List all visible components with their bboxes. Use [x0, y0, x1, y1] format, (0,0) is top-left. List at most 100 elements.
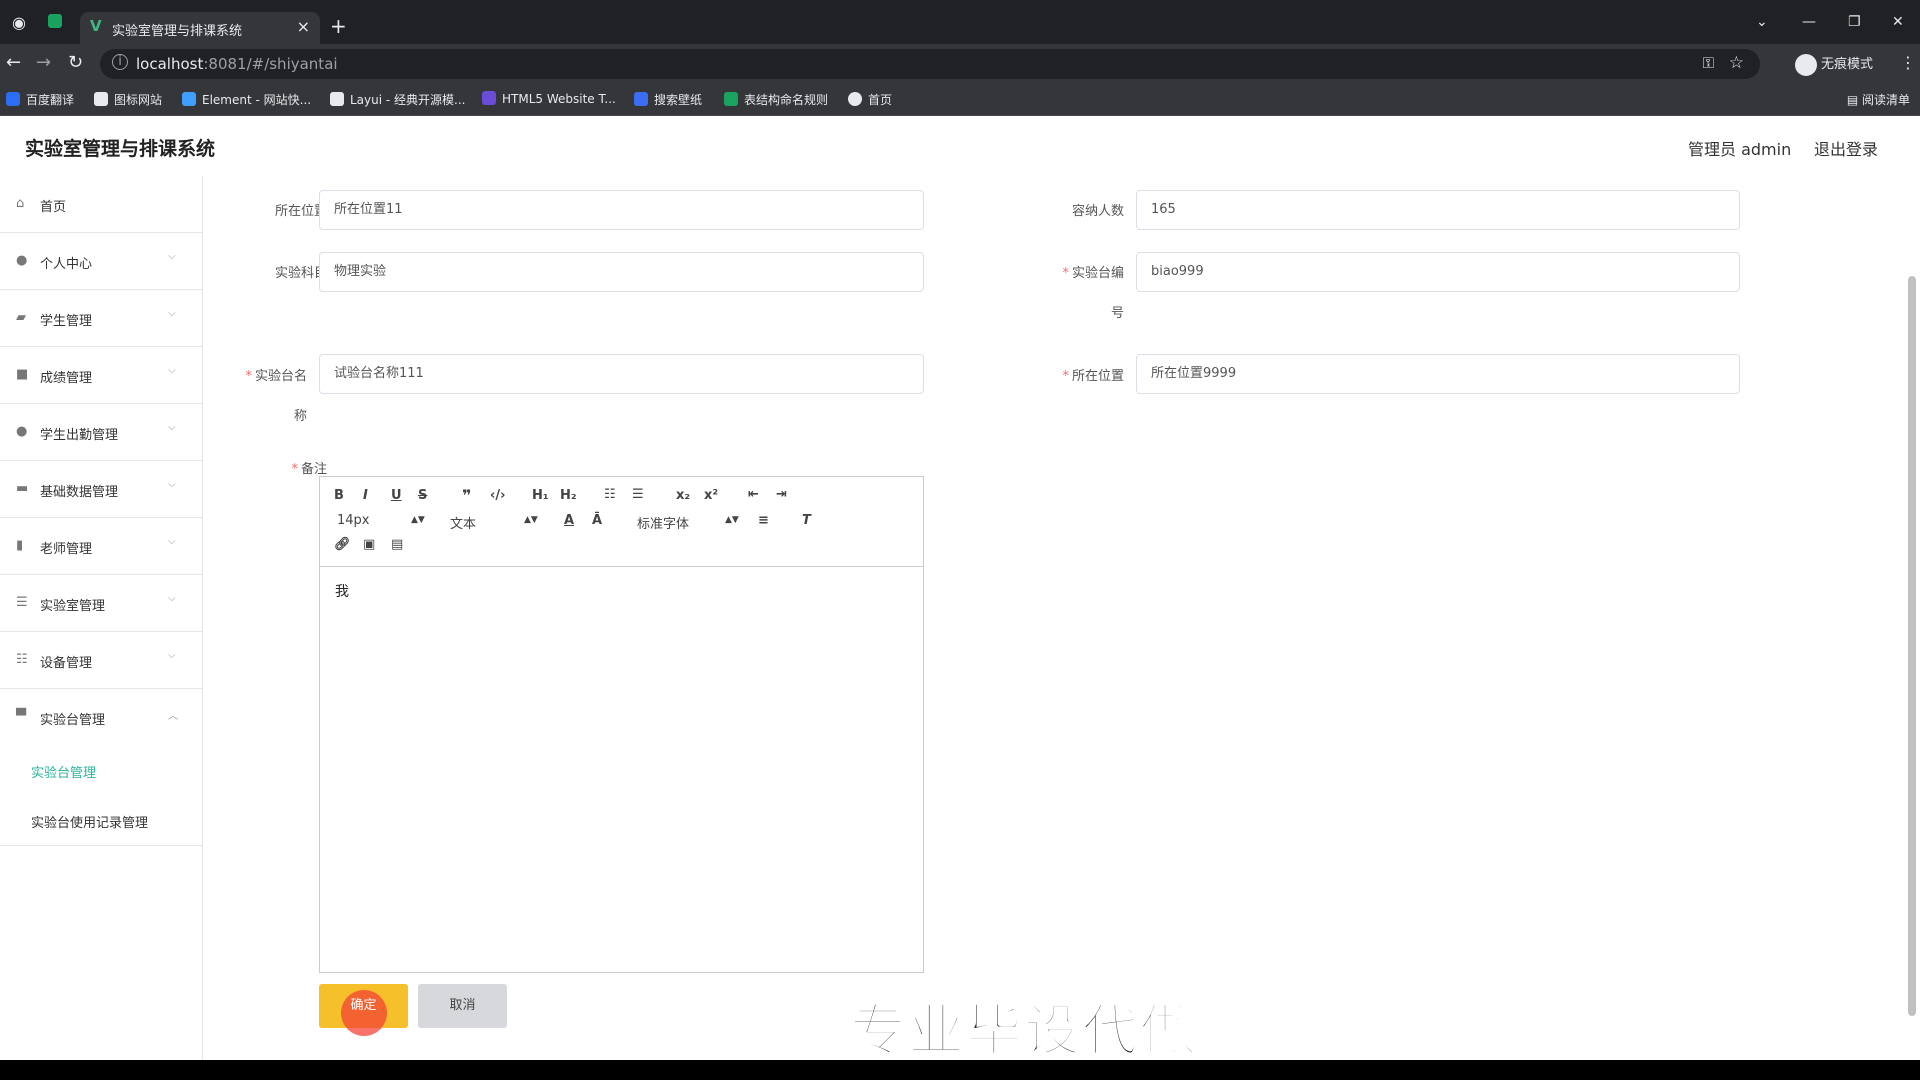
new-tab-button[interactable]: +: [330, 14, 347, 38]
code-block-icon[interactable]: ‹/›: [490, 488, 505, 503]
url-field[interactable]: i localhost:8081/#/shiyantai ⚿ ☆: [100, 49, 1760, 79]
site-info-icon[interactable]: i: [112, 54, 128, 70]
sidebar-item-personal[interactable]: ● 个人中心 ⌵: [0, 233, 203, 290]
block-format-select[interactable]: 文本 ▲▼: [450, 513, 538, 532]
attendance-icon: ●: [16, 424, 28, 439]
sidebar-subitem-bench-management[interactable]: 实验台管理: [0, 746, 203, 796]
editor-toolbar: B I U S ❞ ‹/› H₁ H₂ ☷ ☰ x₂ x² ⇤ ⇥ 14px ▲▼…: [320, 477, 923, 567]
bookmark-item[interactable]: HTML5 Website T...: [482, 91, 616, 106]
video-icon[interactable]: ▤: [391, 537, 403, 552]
bullet-list-icon[interactable]: ☰: [632, 487, 644, 502]
subject-input[interactable]: 物理实验: [319, 252, 924, 292]
required-mark: *: [245, 369, 252, 384]
indent-icon[interactable]: ⇥: [776, 487, 787, 502]
sidebar-item-students[interactable]: ▰ 学生管理 ⌵: [0, 290, 203, 347]
home-icon: ⌂: [16, 196, 25, 211]
strikethrough-icon[interactable]: S: [418, 488, 427, 503]
sidebar-item-label: 成绩管理: [40, 371, 93, 386]
image-icon[interactable]: ▣: [363, 537, 375, 552]
restore-icon[interactable]: ❐: [1848, 14, 1861, 30]
bench-number-label-text: 实验台编: [1071, 266, 1124, 281]
confirm-button[interactable]: 确定: [319, 984, 408, 1036]
clear-format-icon[interactable]: T: [802, 513, 811, 528]
sidebar-item-grades[interactable]: ■ 成绩管理 ⌵: [0, 347, 203, 404]
tab-title: 实验室管理与排课系统: [112, 24, 243, 39]
sidebar-item-labs[interactable]: ☰ 实验室管理 ⌵: [0, 575, 203, 632]
password-key-icon[interactable]: ⚿: [1703, 54, 1714, 72]
vertical-scrollbar[interactable]: [1908, 276, 1916, 1016]
tab-search-icon[interactable]: ⌄: [1756, 14, 1768, 30]
student-icon: ▰: [16, 310, 26, 325]
logout-link[interactable]: 退出登录: [1814, 136, 1878, 160]
bookmark-item[interactable]: 图标网站: [94, 91, 162, 108]
pinned-tab-icon[interactable]: [48, 14, 62, 28]
bench-number-input[interactable]: biao999: [1136, 252, 1740, 292]
minimize-icon[interactable]: —: [1802, 14, 1816, 30]
font-family-select[interactable]: 标准字体 ▲▼: [637, 513, 739, 532]
reading-list-label: 阅读清单: [1861, 93, 1910, 107]
italic-icon[interactable]: I: [363, 488, 368, 503]
reload-icon[interactable]: ↻: [68, 52, 83, 73]
sidebar-item-benches[interactable]: ▀ 实验台管理 ︿: [0, 689, 203, 746]
sidebar-subitem-bench-usage[interactable]: 实验台使用记录管理: [0, 796, 203, 846]
grade-icon: ■: [16, 367, 29, 382]
superscript-icon[interactable]: x²: [704, 488, 718, 503]
capacity-input[interactable]: 165: [1136, 190, 1740, 230]
reading-list-button[interactable]: ▤ 阅读清单: [1847, 91, 1910, 108]
align-icon[interactable]: ≡: [758, 513, 769, 528]
capacity-label: 容纳人数: [1071, 204, 1124, 219]
bold-icon[interactable]: B: [334, 488, 344, 503]
sidebar-item-devices[interactable]: ☷ 设备管理 ⌵: [0, 632, 203, 689]
close-window-icon[interactable]: ✕: [1892, 14, 1904, 30]
font-size-select[interactable]: 14px ▲▼: [337, 513, 425, 528]
page: 实验室管理与排课系统 管理员 admin 退出登录 ⌂ 首页 ● 个人中心 ⌵ …: [0, 116, 1920, 1060]
tab-close-icon[interactable]: ×: [297, 17, 310, 36]
bookmark-item[interactable]: 表结构命名规则: [724, 91, 828, 108]
url-text: localhost:8081/#/shiyantai: [136, 55, 338, 73]
sidebar-item-label: 学生出勤管理: [40, 428, 119, 443]
sidebar-item-home[interactable]: ⌂ 首页: [0, 176, 203, 233]
bookmark-item[interactable]: 首页: [848, 91, 892, 108]
ordered-list-icon[interactable]: ☷: [604, 487, 616, 502]
sidebar-item-label: 基础数据管理: [40, 485, 119, 500]
bookmark-label: Element - 网站快...: [202, 93, 312, 107]
heading1-icon[interactable]: H₁: [532, 488, 549, 503]
bench-location-input[interactable]: 所在位置9999: [1136, 354, 1740, 394]
bench-name-label: * 实验台名: [226, 365, 307, 384]
outdent-icon[interactable]: ⇤: [748, 487, 759, 502]
current-user: 管理员 admin: [1688, 140, 1792, 159]
bookmark-item[interactable]: 搜索壁纸: [634, 91, 702, 108]
link-icon[interactable]: 🔗︎: [334, 537, 351, 552]
bookmark-item[interactable]: Layui - 经典开源模...: [330, 91, 465, 108]
chevron-down-icon: ⌵: [168, 536, 176, 547]
sidebar-item-label: 实验台管理: [40, 713, 106, 728]
incognito-indicator[interactable]: 无痕模式: [1795, 53, 1873, 76]
location-input[interactable]: 所在位置11: [319, 190, 924, 230]
subscript-icon[interactable]: x₂: [676, 488, 690, 503]
cancel-button[interactable]: 取消: [418, 984, 507, 1028]
bookmark-item[interactable]: Element - 网站快...: [182, 91, 311, 108]
blockquote-icon[interactable]: ❞: [462, 486, 471, 505]
globe-icon[interactable]: ◉: [12, 13, 26, 32]
text-color-icon[interactable]: A: [564, 513, 574, 528]
bench-name-input[interactable]: 试验台名称111: [319, 354, 924, 394]
heading2-icon[interactable]: H₂: [560, 488, 577, 503]
background-color-icon[interactable]: Ā: [592, 513, 602, 528]
required-mark: *: [291, 462, 298, 477]
chevron-down-icon: ⌵: [168, 251, 176, 262]
forward-icon[interactable]: →: [36, 52, 51, 73]
font-family-value: 标准字体: [637, 517, 690, 532]
bookmark-star-icon[interactable]: ☆: [1729, 53, 1744, 73]
bench-location-label: * 所在位置: [1026, 365, 1124, 384]
sidebar-item-basic-data[interactable]: ▬ 基础数据管理 ⌵: [0, 461, 203, 518]
editor-content[interactable]: 我: [335, 581, 349, 601]
underline-icon[interactable]: U: [391, 488, 402, 503]
bookmark-label: 百度翻译: [26, 93, 75, 107]
sidebar-item-attendance[interactable]: ● 学生出勤管理 ⌵: [0, 404, 203, 461]
browser-menu-icon[interactable]: ⋮: [1900, 53, 1916, 72]
back-icon[interactable]: ←: [6, 52, 21, 73]
sidebar-item-label: 首页: [40, 200, 67, 215]
sidebar-item-teachers[interactable]: ▮ 老师管理 ⌵: [0, 518, 203, 575]
browser-tab-active[interactable]: V 实验室管理与排课系统 ×: [80, 12, 320, 44]
bookmark-item[interactable]: 百度翻译: [6, 91, 74, 108]
